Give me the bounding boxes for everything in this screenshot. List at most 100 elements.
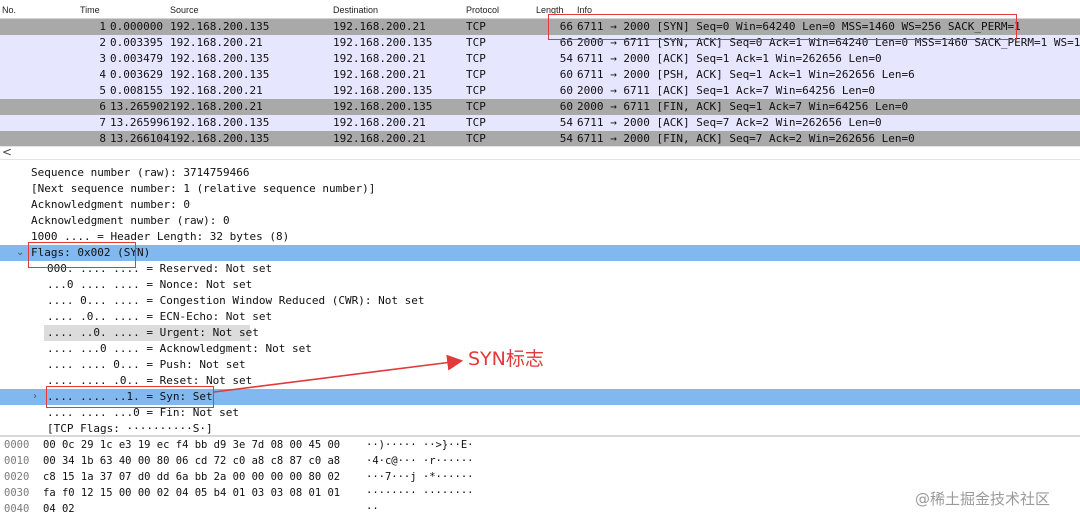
packet-time: 13.266104 — [110, 132, 170, 145]
column-destination[interactable]: Destination — [333, 5, 378, 15]
expand-toggle-icon[interactable]: › — [33, 389, 37, 405]
detail-text: .... .... 0... = Push: Not set — [47, 358, 246, 371]
detail-text: ...0 .... .... = Nonce: Not set — [47, 278, 253, 291]
packet-length: 60 — [559, 68, 573, 81]
packet-no: 8 — [99, 132, 106, 145]
packet-protocol: TCP — [466, 132, 486, 145]
bytes-row[interactable]: 0020 c8 15 1a 37 07 d0 dd 6a bb 2a 00 00 … — [0, 469, 1080, 485]
packet-time: 13.265902 — [110, 100, 170, 113]
bytes-hex: fa f0 12 15 00 00 02 04 05 b4 01 03 03 0… — [43, 487, 341, 499]
detail-text: Acknowledgment number (raw): 0 — [31, 214, 230, 227]
packet-protocol: TCP — [466, 36, 486, 49]
column-source[interactable]: Source — [170, 5, 199, 15]
bytes-ascii: ···7···j ·*······ — [366, 471, 474, 483]
packet-no: 7 — [99, 116, 106, 129]
detail-row[interactable]: .... 0... .... = Congestion Window Reduc… — [0, 293, 1080, 309]
packet-no: 6 — [99, 100, 106, 113]
packet-destination: 192.168.200.135 — [333, 84, 433, 97]
packet-row[interactable]: 6 13.265902 192.168.200.21 192.168.200.135 T… — [0, 99, 1080, 115]
detail-text: .... ..0. .... = Urgent: Not set — [47, 326, 259, 339]
packet-info: 2000 → 6711 [ACK] Seq=1 Ack=7 Win=64256 … — [577, 84, 876, 97]
bytes-offset: 0010 — [4, 455, 30, 467]
packet-protocol: TCP — [466, 20, 486, 33]
bytes-hex: 00 0c 29 1c e3 19 ec f4 bb d9 3e 7d 08 0… — [43, 439, 341, 451]
watermark: @稀土掘金技术社区 — [915, 490, 1051, 508]
packet-row[interactable]: 3 0.003479 192.168.200.135 192.168.200.21 TC… — [0, 51, 1080, 67]
detail-text: Acknowledgment number: 0 — [31, 198, 190, 211]
column-protocol[interactable]: Protocol — [466, 5, 499, 15]
detail-row[interactable]: Acknowledgment number: 0 — [0, 197, 1080, 213]
packet-destination: 192.168.200.21 — [333, 52, 426, 65]
packet-info: 2000 → 6711 [FIN, ACK] Seq=1 Ack=7 Win=6… — [577, 100, 909, 113]
detail-row[interactable]: ...0 .... .... = Nonce: Not set — [0, 277, 1080, 293]
packet-no: 1 — [99, 20, 106, 33]
packet-source: 192.168.200.135 — [170, 20, 270, 33]
packet-time: 0.000000 — [110, 20, 163, 33]
packet-protocol: TCP — [466, 116, 486, 129]
bytes-row[interactable]: 0000 00 0c 29 1c e3 19 ec f4 bb d9 3e 7d … — [0, 437, 1080, 453]
bytes-ascii: ········ ········ — [366, 487, 474, 499]
expand-toggle-icon[interactable]: ⌄ — [16, 245, 24, 261]
packet-destination: 192.168.200.135 — [333, 36, 433, 49]
detail-row[interactable]: 1000 .... = Header Length: 32 bytes (8) — [0, 229, 1080, 245]
packet-protocol: TCP — [466, 84, 486, 97]
detail-text: .... .0.. .... = ECN-Echo: Not set — [47, 310, 273, 323]
packet-destination: 192.168.200.21 — [333, 132, 426, 145]
packet-row[interactable]: 5 0.008155 192.168.200.21 192.168.200.135 TC… — [0, 83, 1080, 99]
packet-time: 0.003395 — [110, 36, 163, 49]
packet-info: 6711 → 2000 [ACK] Seq=1 Ack=1 Win=262656… — [577, 52, 882, 65]
detail-text: Sequence number (raw): 3714759466 — [31, 166, 250, 179]
packet-row[interactable]: 8 13.266104 192.168.200.135 192.168.200.21 T… — [0, 131, 1080, 147]
bytes-ascii: ·· — [366, 503, 379, 515]
packet-row[interactable]: 4 0.003629 192.168.200.135 192.168.200.21 TC… — [0, 67, 1080, 83]
column-time[interactable]: Time — [80, 5, 100, 15]
packet-info: 6711 → 2000 [ACK] Seq=7 Ack=2 Win=262656… — [577, 116, 882, 129]
packet-time: 0.003479 — [110, 52, 163, 65]
detail-row[interactable]: 000. .... .... = Reserved: Not set — [0, 261, 1080, 277]
packet-source: 192.168.200.135 — [170, 52, 270, 65]
bytes-ascii: ·4·c@··· ·r······ — [366, 455, 474, 467]
bytes-offset: 0020 — [4, 471, 30, 483]
bytes-row[interactable]: 0010 00 34 1b 63 40 00 80 06 cd 72 c0 a8 … — [0, 453, 1080, 469]
packet-length: 60 — [559, 84, 573, 97]
packet-source: 192.168.200.21 — [170, 36, 263, 49]
packet-source: 192.168.200.21 — [170, 100, 263, 113]
packet-protocol: TCP — [466, 52, 486, 65]
detail-row[interactable]: .... ..0. .... = Urgent: Not set — [44, 325, 259, 341]
bytes-offset: 0040 — [4, 503, 30, 515]
packet-source: 192.168.200.135 — [170, 132, 270, 145]
packet-time: 0.008155 — [110, 84, 163, 97]
scroll-left-icon[interactable]: < — [2, 145, 12, 159]
annotation-box-flags — [28, 242, 136, 268]
detail-row[interactable]: ⌄ Flags: 0x002 (SYN) — [0, 245, 1080, 261]
packet-no: 3 — [99, 52, 106, 65]
packet-source: 192.168.200.135 — [170, 116, 270, 129]
packet-list-scrollbar[interactable]: < — [0, 145, 1080, 160]
packet-destination: 192.168.200.21 — [333, 20, 426, 33]
annotation-box-syn-flag — [46, 386, 214, 408]
detail-row[interactable]: [Next sequence number: 1 (relative seque… — [0, 181, 1080, 197]
annotation-label: SYN标志 — [468, 348, 544, 370]
column-no[interactable]: No. — [2, 5, 16, 15]
packet-length: 54 — [559, 116, 573, 129]
packet-no: 5 — [99, 84, 106, 97]
bytes-ascii: ··)····· ··>}··E· — [366, 439, 474, 451]
packet-no: 2 — [99, 36, 106, 49]
packet-length: 60 — [559, 100, 573, 113]
detail-row[interactable]: Sequence number (raw): 3714759466 — [0, 165, 1080, 181]
detail-row[interactable]: Acknowledgment number (raw): 0 — [0, 213, 1080, 229]
packet-protocol: TCP — [466, 68, 486, 81]
bytes-hex: c8 15 1a 37 07 d0 dd 6a bb 2a 00 00 00 0… — [43, 471, 341, 483]
packet-time: 13.265996 — [110, 116, 170, 129]
detail-text: .... 0... .... = Congestion Window Reduc… — [47, 294, 425, 307]
detail-row[interactable]: .... .0.. .... = ECN-Echo: Not set — [0, 309, 1080, 325]
bytes-offset: 0000 — [4, 439, 30, 451]
packet-destination: 192.168.200.135 — [333, 100, 433, 113]
packet-row[interactable]: 7 13.265996 192.168.200.135 192.168.200.21 T… — [0, 115, 1080, 131]
packet-protocol: TCP — [466, 100, 486, 113]
detail-text: .... ...0 .... = Acknowledgment: Not set — [47, 342, 312, 355]
packet-length: 54 — [559, 52, 573, 65]
packet-source: 192.168.200.135 — [170, 68, 270, 81]
packet-info: 6711 → 2000 [PSH, ACK] Seq=1 Ack=1 Win=2… — [577, 68, 915, 81]
annotation-box-syn-info — [548, 14, 1017, 40]
